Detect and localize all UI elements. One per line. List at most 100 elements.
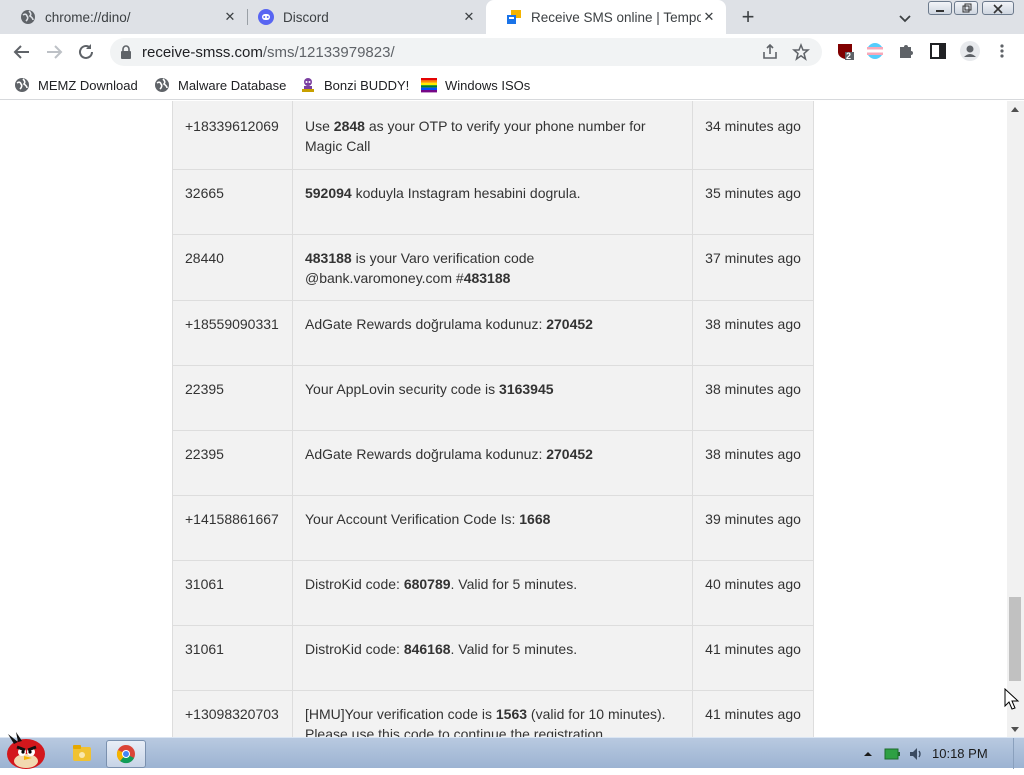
sms-time: 38 minutes ago — [692, 299, 814, 366]
sms-text: [HMU]Your verification code is — [304, 705, 496, 722]
reload-icon[interactable] — [74, 40, 98, 64]
scrollbar-thumb[interactable] — [1009, 597, 1021, 681]
sms-text: DistroKid code: — [304, 640, 404, 657]
bookmark-windows-isos[interactable]: Windows ISOs — [421, 76, 530, 94]
sms-code: 3163945 — [499, 380, 554, 397]
sms-sender: 22395 — [172, 429, 293, 496]
restore-button[interactable] — [954, 1, 978, 15]
sms-sender: +13098320703 — [172, 689, 293, 737]
bookmark-malware-database[interactable]: Malware Database — [154, 76, 286, 94]
tab-title: chrome://dino/ — [45, 9, 131, 25]
network-battery-icon[interactable] — [884, 746, 900, 762]
close-tab-icon[interactable]: ✕ — [462, 10, 476, 24]
sms-sender: +14158861667 — [172, 494, 293, 561]
new-tab-button[interactable]: + — [737, 6, 759, 29]
sms-sender: 22395 — [172, 364, 293, 431]
mouse-cursor-icon — [1004, 687, 1020, 712]
sms-code: 270452 — [546, 315, 593, 332]
extension-badge: 2 — [846, 51, 852, 61]
tab-discord[interactable]: Discord ✕ — [238, 0, 486, 34]
taskbar-clock[interactable]: 10:18 PM — [932, 746, 988, 761]
tab-title: Receive SMS online | Tempora — [531, 9, 701, 25]
address-bar[interactable]: receive-smss.com/sms/12133979823/ — [110, 38, 822, 66]
sms-text: koduyla Instagram hesabini dogrula. — [351, 184, 581, 201]
globe-icon — [154, 77, 170, 93]
discord-icon — [258, 9, 274, 25]
sms-message: AdGate Rewards doğrulama kodunuz: 270452 — [291, 429, 694, 496]
sms-text: DistroKid code: — [304, 575, 404, 592]
sms-row: +14158861667 Your Account Verification Co… — [172, 494, 814, 561]
volume-speaker-icon[interactable] — [908, 746, 924, 762]
sms-code: 483188 — [304, 249, 352, 266]
back-arrow-icon[interactable] — [10, 40, 34, 64]
minimize-button[interactable] — [928, 1, 952, 15]
sms-message: DistroKid code: 680789. Valid for 5 minu… — [291, 559, 694, 626]
sms-row: 31061 DistroKid code: 846168. Valid for 5… — [172, 624, 814, 691]
sms-sender: 32665 — [172, 168, 293, 235]
sms-message: 483188 is your Varo verification code @b… — [291, 233, 694, 301]
sms-code: 846168 — [403, 640, 451, 657]
sms-message: AdGate Rewards doğrulama kodunuz: 270452 — [291, 299, 694, 366]
bookmark-label: Windows ISOs — [445, 77, 531, 93]
side-panel-icon[interactable] — [929, 42, 947, 60]
close-window-button[interactable] — [982, 1, 1014, 15]
share-icon[interactable] — [761, 43, 779, 61]
sms-row: 22395 Your AppLovin security code is 3163… — [172, 364, 814, 431]
angry-bird-icon[interactable] — [2, 730, 50, 770]
sms-message: DistroKid code: 846168. Valid for 5 minu… — [291, 624, 694, 691]
sms-time: 40 minutes ago — [692, 559, 814, 626]
sms-time: 41 minutes ago — [692, 689, 814, 737]
sms-code: 680789 — [403, 575, 451, 592]
sms-code: 2848 — [333, 118, 365, 134]
sms-code: 592094 — [304, 184, 352, 201]
globe-icon — [14, 77, 30, 93]
chrome-menu-icon[interactable] — [993, 42, 1011, 60]
tab-search-chevron-icon[interactable] — [896, 9, 914, 27]
explorer-folder-icon[interactable] — [62, 740, 102, 768]
browser-toolbar: receive-smss.com/sms/12133979823/ 2 — [0, 34, 1024, 70]
forward-arrow-icon[interactable] — [42, 40, 66, 64]
bookmark-star-icon[interactable] — [792, 42, 810, 61]
sms-time: 41 minutes ago — [692, 624, 814, 691]
windows-taskbar: 10:18 PM — [0, 732, 1024, 769]
sms-sender: 28440 — [172, 233, 293, 301]
sms-time: 39 minutes ago — [692, 494, 814, 561]
sms-text: . Valid for 5 minutes. — [450, 575, 578, 592]
sms-message: [HMU]Your verification code is 1563 (val… — [291, 689, 694, 737]
show-hidden-icons-arrow-icon[interactable] — [860, 746, 876, 762]
sms-text: Use — [304, 118, 334, 134]
tab-dino[interactable]: chrome://dino/ ✕ — [0, 0, 247, 34]
show-desktop-button[interactable] — [1013, 738, 1024, 769]
sms-row: 32665 592094 koduyla Instagram hesabini d… — [172, 168, 814, 235]
sms-row: +13098320703 [HMU]Your verification code … — [172, 689, 814, 737]
tab-receive-sms[interactable]: Receive SMS online | Tempora ✕ — [486, 0, 726, 34]
extensions-puzzle-icon[interactable] — [897, 42, 915, 60]
page-scrollbar[interactable] — [1007, 101, 1024, 737]
sms-sender: +18339612069 — [172, 101, 293, 170]
scroll-down-arrow-icon[interactable] — [1011, 727, 1019, 732]
globe-icon — [20, 9, 36, 25]
chrome-icon[interactable] — [106, 740, 146, 768]
scroll-up-arrow-icon[interactable] — [1011, 107, 1019, 112]
ublock-extension-icon[interactable]: 2 — [836, 42, 854, 61]
bookmark-bonzi-buddy[interactable]: Bonzi BUDDY! — [300, 76, 409, 94]
close-tab-icon[interactable]: ✕ — [702, 10, 716, 24]
url-path: /sms/12133979823/ — [262, 44, 395, 61]
sms-text: AdGate Rewards doğrulama kodunuz: — [304, 445, 547, 462]
sms-sender: 31061 — [172, 624, 293, 691]
bookmark-memz[interactable]: MEMZ Download — [14, 76, 138, 94]
lock-icon[interactable] — [120, 45, 132, 59]
url-text[interactable]: receive-smss.com/sms/12133979823/ — [142, 44, 395, 61]
close-tab-icon[interactable]: ✕ — [223, 10, 237, 24]
trans-flag-extension-icon[interactable] — [866, 42, 884, 60]
sms-text: AdGate Rewards doğrulama kodunuz: — [304, 315, 547, 332]
tab-strip: chrome://dino/ ✕ Discord ✕ Receive SMS o… — [0, 0, 1024, 34]
bookmark-label: MEMZ Download — [38, 77, 138, 93]
tab-title: Discord — [283, 9, 329, 25]
bookmarks-bar: MEMZ Download Malware Database Bonzi BUD… — [0, 70, 1024, 100]
sms-sender: +18559090331 — [172, 299, 293, 366]
sms-text: . Valid for 5 minutes. — [450, 640, 578, 657]
sms-message: Your Account Verification Code Is: 1668 — [291, 494, 694, 561]
profile-avatar-icon[interactable] — [960, 41, 980, 61]
sms-time: 38 minutes ago — [692, 429, 814, 496]
